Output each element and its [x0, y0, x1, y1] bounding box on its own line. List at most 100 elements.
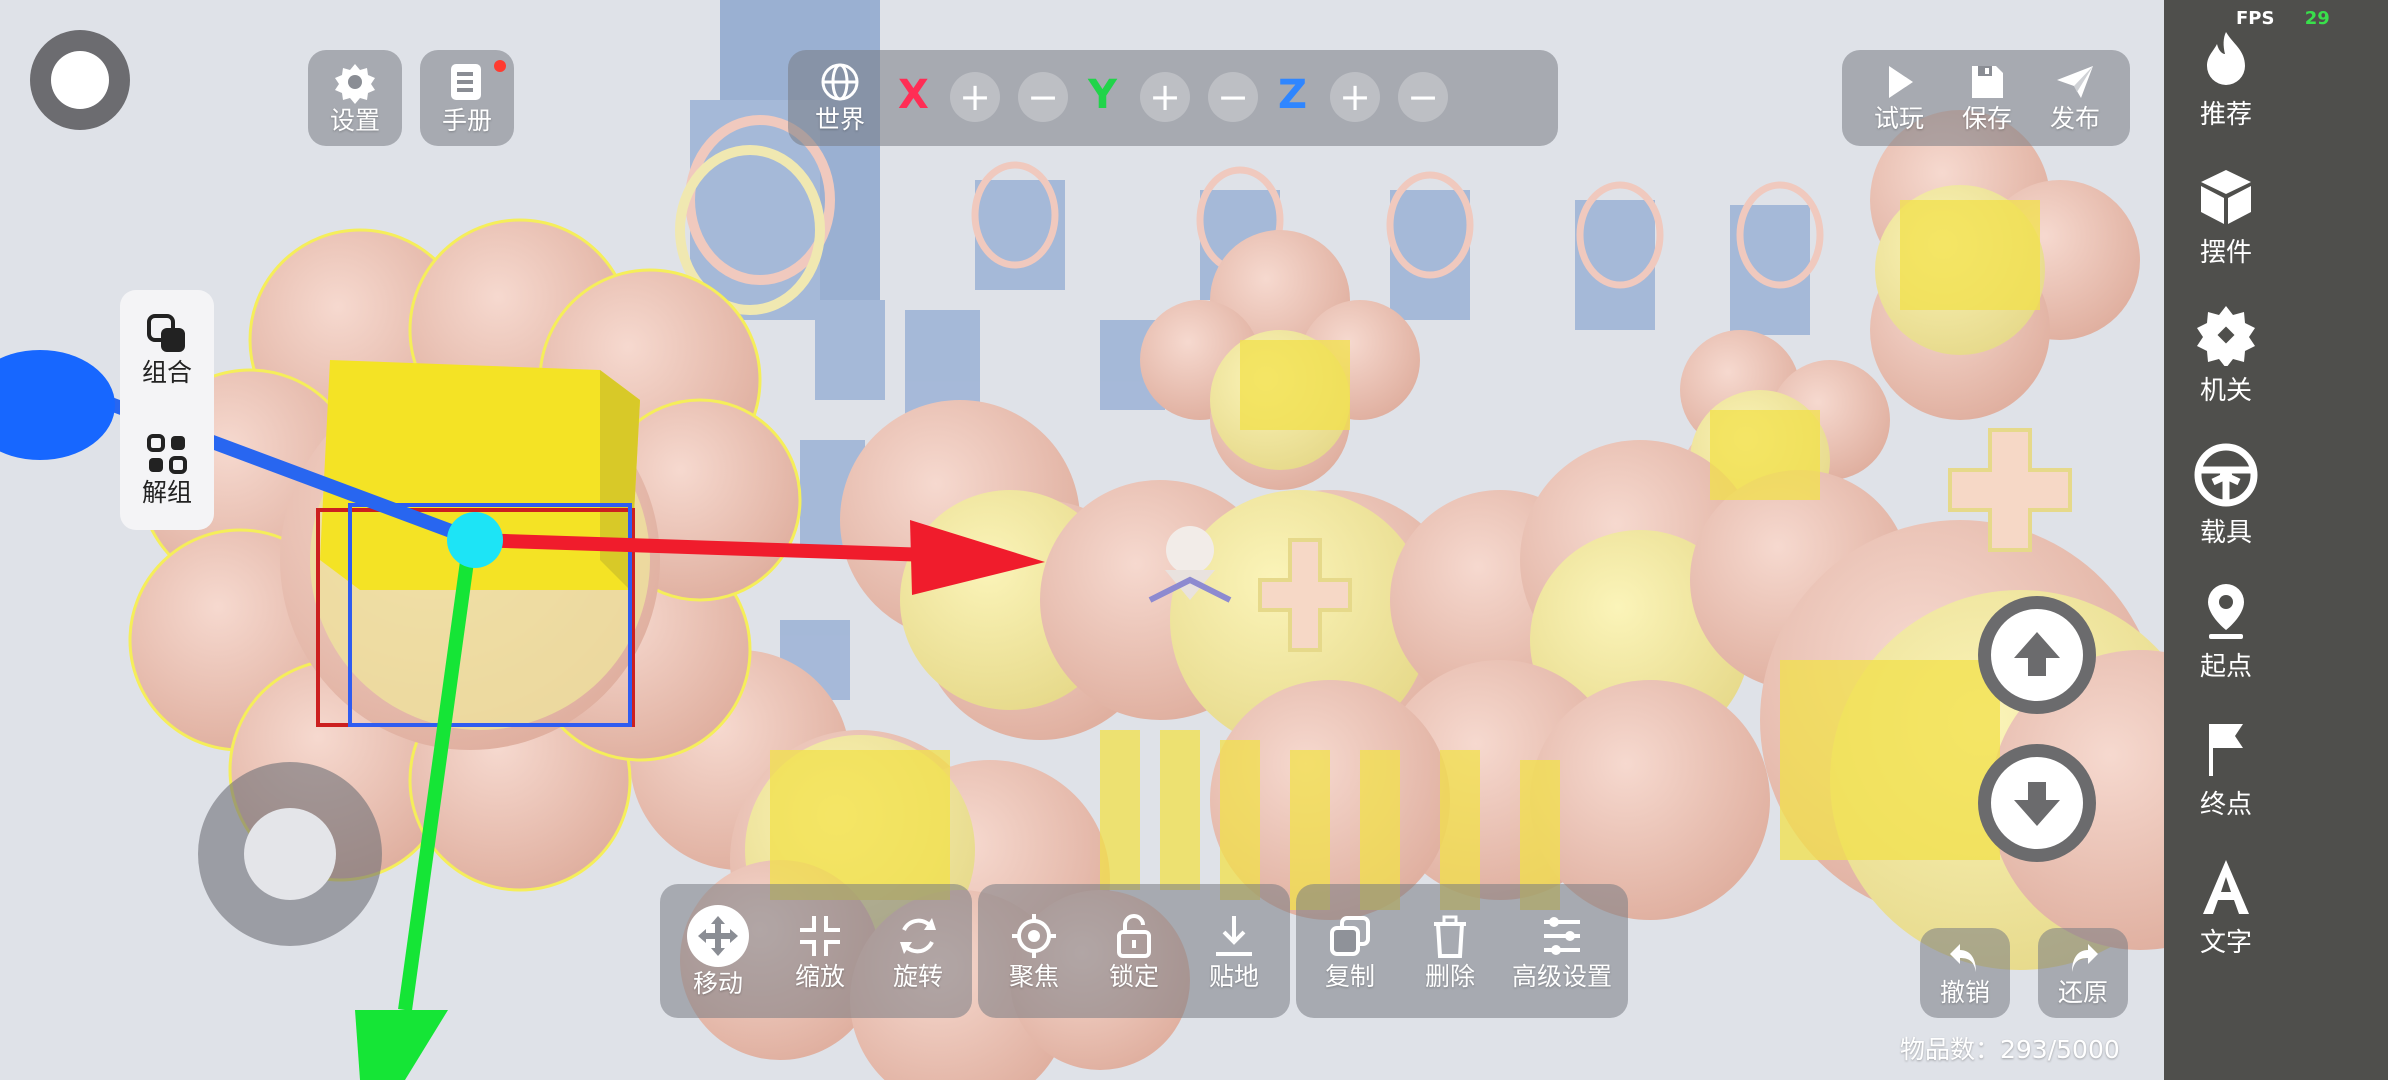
- rotate-label: 旋转: [892, 962, 943, 991]
- sliders-icon: [1538, 912, 1586, 960]
- play-test-button[interactable]: 试玩: [1856, 50, 1942, 146]
- z-plus-button[interactable]: +: [1330, 72, 1380, 122]
- steering-wheel-icon: [2193, 442, 2259, 508]
- text-letter-icon: [2195, 856, 2257, 918]
- play-label: 试玩: [1873, 104, 1924, 133]
- manual-button[interactable]: 手册: [420, 50, 514, 146]
- group-icon: [145, 312, 189, 356]
- manual-book-icon: [445, 60, 489, 104]
- sidebar-item-recommend[interactable]: 推荐: [2164, 28, 2288, 131]
- world-space-toggle[interactable]: 世界: [800, 50, 880, 146]
- flag-icon: [2195, 718, 2257, 780]
- z-minus-button[interactable]: −: [1398, 72, 1448, 122]
- undo-button[interactable]: 撤销: [1920, 928, 2010, 1018]
- group-button[interactable]: 组合: [120, 300, 214, 400]
- unlock-icon: [1110, 912, 1158, 960]
- copy-label: 复制: [1324, 962, 1375, 991]
- paper-plane-icon: [2055, 62, 2095, 102]
- x-plus-button[interactable]: +: [950, 72, 1000, 122]
- lock-label: 锁定: [1108, 962, 1159, 991]
- crosshair-icon: [1010, 912, 1058, 960]
- end-label: 终点: [2199, 790, 2252, 820]
- text-label: 文字: [2199, 928, 2252, 958]
- plus-icon: +: [959, 75, 991, 119]
- delete-label: 删除: [1424, 962, 1475, 991]
- cube-icon: [2195, 166, 2257, 228]
- y-plus-button[interactable]: +: [1140, 72, 1190, 122]
- scale-icon: [796, 912, 844, 960]
- publish-label: 发布: [2049, 104, 2100, 133]
- move-arrows-icon: [687, 905, 749, 967]
- start-label: 起点: [2199, 652, 2252, 682]
- advanced-settings-button[interactable]: 高级设置: [1500, 890, 1624, 1014]
- joystick-knob[interactable]: [244, 808, 336, 900]
- globe-icon: [819, 61, 861, 103]
- redo-button[interactable]: 还原: [2038, 928, 2128, 1018]
- ungroup-button[interactable]: 解组: [120, 420, 214, 520]
- redo-icon: [2064, 938, 2102, 976]
- x-axis-label: X: [898, 72, 929, 118]
- camera-toggle-button[interactable]: [30, 30, 130, 130]
- camera-up-button[interactable]: [1978, 596, 2096, 714]
- undo-icon: [1946, 938, 1984, 976]
- delete-tool-button[interactable]: 删除: [1400, 890, 1500, 1014]
- x-minus-button[interactable]: −: [1018, 72, 1068, 122]
- sidebar-item-mechanism[interactable]: 机关: [2164, 304, 2288, 407]
- publish-button[interactable]: 发布: [2032, 50, 2118, 146]
- lock-tool-button[interactable]: 锁定: [1084, 890, 1184, 1014]
- sidebar-item-text[interactable]: 文字: [2164, 856, 2288, 959]
- minus-icon: −: [1407, 75, 1439, 119]
- trash-icon: [1426, 912, 1474, 960]
- scale-tool-button[interactable]: 缩放: [768, 890, 872, 1014]
- mechanism-label: 机关: [2199, 376, 2252, 406]
- camera-toggle-inner-circle: [51, 51, 109, 109]
- fps-value: 29: [2304, 8, 2330, 29]
- sidebar-item-vehicle[interactable]: 载具: [2164, 442, 2288, 549]
- camera-down-button[interactable]: [1978, 744, 2096, 862]
- snap-to-ground-button[interactable]: 贴地: [1184, 890, 1284, 1014]
- redo-label: 还原: [2057, 978, 2108, 1007]
- advanced-label: 高级设置: [1511, 962, 1612, 991]
- item-count: 物品数：293/5000: [1900, 1035, 2120, 1064]
- save-label: 保存: [1961, 104, 2012, 133]
- sidebar-item-parts[interactable]: 摆件: [2164, 166, 2288, 269]
- fps-counter: FPS 29: [2236, 8, 2330, 29]
- arrow-down-icon: [1991, 757, 2083, 849]
- settings-button[interactable]: 设置: [308, 50, 402, 146]
- ungroup-icon: [145, 432, 189, 476]
- group-label: 组合: [141, 358, 192, 387]
- snap-down-icon: [1210, 912, 1258, 960]
- focus-tool-button[interactable]: 聚焦: [984, 890, 1084, 1014]
- vehicle-label: 载具: [2199, 518, 2252, 548]
- world-label: 世界: [814, 105, 865, 134]
- sidebar-item-end-point[interactable]: 终点: [2164, 718, 2288, 821]
- minus-icon: −: [1217, 75, 1249, 119]
- move-tool-button[interactable]: 移动: [666, 890, 770, 1014]
- settings-label: 设置: [329, 106, 380, 135]
- save-disk-icon: [1967, 62, 2007, 102]
- movement-joystick[interactable]: [198, 762, 382, 946]
- ground-label: 贴地: [1208, 962, 1259, 991]
- minus-icon: −: [1027, 75, 1059, 119]
- scale-label: 缩放: [794, 962, 845, 991]
- gear-icon: [333, 60, 377, 104]
- manual-label: 手册: [441, 106, 492, 135]
- focus-label: 聚焦: [1008, 962, 1059, 991]
- plus-icon: +: [1149, 75, 1181, 119]
- undo-label: 撤销: [1939, 978, 1990, 1007]
- gear-mechanism-icon: [2195, 304, 2257, 366]
- copy-tool-button[interactable]: 复制: [1300, 890, 1400, 1014]
- play-icon: [1879, 62, 1919, 102]
- rotate-icon: [894, 912, 942, 960]
- fps-label: FPS: [2236, 8, 2275, 29]
- location-pin-icon: [2195, 580, 2257, 642]
- parts-label: 摆件: [2199, 238, 2252, 268]
- notification-dot: [494, 60, 506, 72]
- y-minus-button[interactable]: −: [1208, 72, 1258, 122]
- arrow-up-icon: [1991, 609, 2083, 701]
- save-button[interactable]: 保存: [1944, 50, 2030, 146]
- z-axis-label: Z: [1278, 72, 1308, 118]
- sidebar-item-start-point[interactable]: 起点: [2164, 580, 2288, 683]
- rotate-tool-button[interactable]: 旋转: [866, 890, 970, 1014]
- y-axis-label: Y: [1088, 72, 1117, 118]
